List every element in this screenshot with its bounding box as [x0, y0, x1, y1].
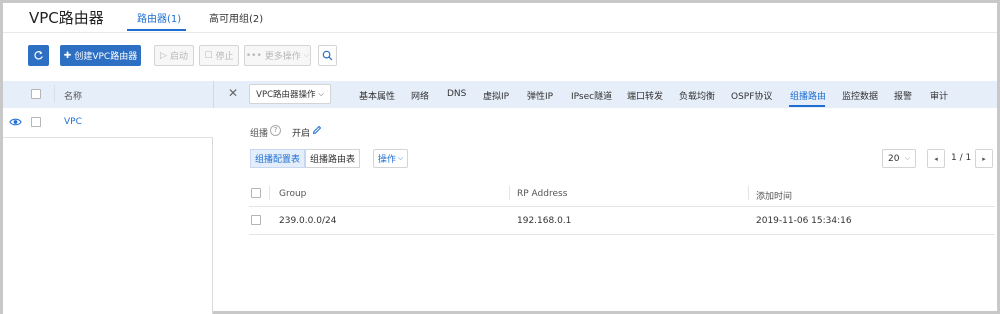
router-list-panel: [3, 108, 213, 314]
tab-dns[interactable]: DNS: [447, 89, 466, 99]
tab-ipsec-tunnel[interactable]: IPsec隧道: [571, 89, 612, 102]
column-header-rp-address: RP Address: [517, 189, 568, 199]
tab-virtual-ip[interactable]: 虚拟IP: [483, 89, 509, 102]
actions-dropdown-label: VPC路由器操作: [256, 90, 316, 100]
chevron-left-icon: ◂: [934, 154, 938, 163]
tab-load-balancing[interactable]: 负载均衡: [679, 89, 715, 102]
column-header-group: Group: [279, 189, 307, 199]
table-select-all-checkbox[interactable]: [251, 188, 261, 198]
start-button[interactable]: ▷ 启动: [154, 45, 194, 66]
vpc-router-actions-dropdown[interactable]: VPC路由器操作 ⌵: [249, 84, 331, 104]
row-checkbox[interactable]: [251, 215, 261, 225]
help-icon[interactable]: ?: [270, 125, 281, 136]
next-page-button[interactable]: ▸: [975, 149, 993, 168]
prev-page-button[interactable]: ◂: [927, 149, 945, 168]
more-actions-label: 更多操作: [264, 52, 301, 62]
column-header-added-time: 添加时间: [756, 192, 793, 202]
tab-monitoring[interactable]: 监控数据: [842, 89, 878, 102]
search-button[interactable]: [318, 45, 337, 66]
operation-dropdown[interactable]: 操作 ⌵: [373, 149, 408, 168]
stop-button-label: 停止: [215, 52, 234, 62]
create-vpc-router-button[interactable]: ✚ 创建VPC路由器: [60, 45, 141, 66]
tab-alarms[interactable]: 报警: [894, 89, 912, 102]
play-icon: ▷: [160, 50, 167, 61]
row-checkbox[interactable]: [31, 117, 41, 127]
chevron-down-icon: ⌵: [318, 89, 324, 98]
select-all-checkbox[interactable]: [31, 89, 41, 99]
chevron-down-icon: ⌵: [904, 154, 910, 162]
app-frame: VPC路由器 路由器(1) 高可用组(2) ✚ 创建VPC路由器 ▷ 启动 ☐ …: [0, 0, 1000, 314]
cell-rp-address: 192.168.0.1: [517, 216, 572, 226]
column-separator: [54, 85, 55, 103]
refresh-button[interactable]: [28, 45, 49, 66]
chevron-down-icon: ⌵: [397, 154, 404, 162]
tab-ha-groups[interactable]: 高可用组(2): [209, 10, 263, 25]
tab-audit[interactable]: 审计: [930, 89, 948, 102]
page-indicator: 1 / 1: [951, 153, 972, 163]
chevron-down-icon: ⌵: [303, 51, 310, 59]
multicast-status: 开启: [292, 129, 311, 139]
subtab-routes-label: 组播路由表: [309, 155, 355, 165]
tab-port-forwarding[interactable]: 端口转发: [627, 89, 663, 102]
table-row-divider: [249, 234, 995, 235]
search-icon: [322, 50, 333, 61]
column-header-name: 名称: [64, 92, 83, 102]
cell-group: 239.0.0.0/24: [279, 216, 337, 226]
multicast-label: 组播: [250, 129, 269, 139]
more-icon: •••: [245, 50, 262, 61]
router-name-link[interactable]: VPC: [64, 117, 82, 127]
tab-network[interactable]: 网络: [411, 89, 429, 102]
column-separator: [509, 186, 510, 200]
cell-added-time: 2019-11-06 15:34:16: [756, 216, 852, 226]
panel-separator: [213, 81, 214, 108]
subtab-multicast-routes[interactable]: 组播路由表: [305, 149, 360, 168]
page-size-value: 20: [888, 153, 900, 164]
page-title: VPC路由器: [29, 9, 104, 27]
table-row[interactable]: [249, 207, 995, 234]
column-separator: [748, 186, 749, 200]
active-detail-tab-indicator: [789, 105, 825, 107]
operation-label: 操作: [377, 155, 396, 165]
more-actions-button[interactable]: ••• 更多操作 ⌵: [244, 45, 311, 66]
header-divider: [3, 32, 997, 33]
stop-button[interactable]: ☐ 停止: [199, 45, 239, 66]
edit-icon[interactable]: [312, 125, 322, 135]
eye-icon[interactable]: [9, 117, 22, 127]
tab-multicast-routing[interactable]: 组播路由: [790, 89, 826, 102]
refresh-icon: [34, 51, 43, 60]
chevron-right-icon: ▸: [982, 154, 986, 163]
subtab-config-label: 组播配置表: [254, 155, 300, 165]
page-size-select[interactable]: 20 ⌵: [882, 149, 916, 168]
tab-ospf[interactable]: OSPF协议: [731, 89, 772, 102]
stop-icon: ☐: [204, 50, 213, 61]
active-tab-indicator: [127, 29, 186, 31]
tab-routers[interactable]: 路由器(1): [137, 10, 181, 25]
column-separator: [269, 186, 270, 200]
close-icon[interactable]: ✕: [228, 87, 238, 99]
start-button-label: 启动: [169, 52, 188, 62]
tab-basic-attributes[interactable]: 基本属性: [359, 89, 395, 102]
subtab-multicast-config[interactable]: 组播配置表: [250, 149, 305, 168]
plus-icon: ✚: [63, 50, 72, 61]
create-button-label: 创建VPC路由器: [74, 52, 138, 62]
tab-elastic-ip[interactable]: 弹性IP: [527, 89, 553, 102]
